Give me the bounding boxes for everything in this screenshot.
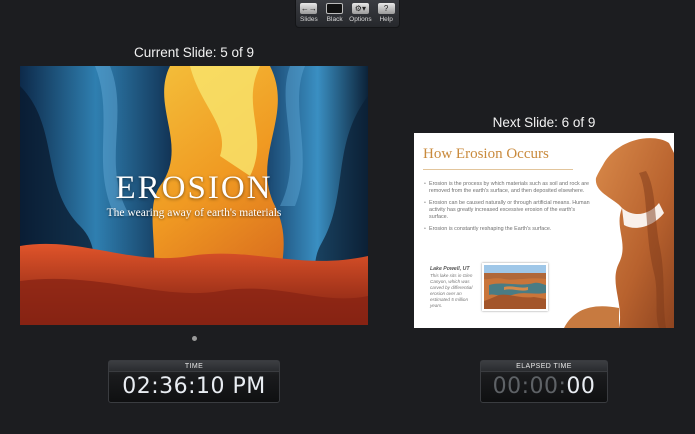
presenter-toolbar: ←→ Slides Black ⚙▾ Options ? Help bbox=[295, 0, 400, 28]
lake-photo-image bbox=[484, 265, 546, 309]
slides-icon: ←→ bbox=[300, 3, 318, 14]
lake-photo bbox=[482, 263, 548, 311]
current-slide-caption: Current Slide: 5 of 9 bbox=[133, 45, 255, 60]
photo-title: Lake Powell, UT bbox=[430, 266, 470, 272]
page-indicator-dot bbox=[192, 336, 197, 341]
elapsed-time-label: ELAPSED TIME bbox=[481, 361, 607, 372]
current-slide-preview[interactable]: EROSION The wearing away of earth's mate… bbox=[20, 66, 368, 325]
elapsed-time-dim: 00:00: bbox=[492, 374, 567, 399]
elapsed-time-value: 00:00:00 bbox=[481, 372, 607, 402]
black-button[interactable]: Black bbox=[323, 3, 347, 23]
options-button[interactable]: ⚙▾ Options bbox=[348, 3, 372, 23]
next-slide-title: How Erosion Occurs bbox=[423, 146, 549, 162]
help-button[interactable]: ? Help bbox=[374, 3, 398, 23]
help-icon: ? bbox=[377, 3, 395, 14]
elapsed-time-seconds: 00 bbox=[566, 374, 596, 399]
bullet-item: Erosion is the process by which material… bbox=[424, 181, 594, 195]
title-divider bbox=[423, 169, 573, 170]
slides-label: Slides bbox=[300, 16, 318, 23]
bullet-item: Erosion can be caused naturally or throu… bbox=[424, 200, 594, 221]
bullet-item: Erosion is constantly reshaping the Eart… bbox=[424, 226, 594, 233]
next-slide-bullets: Erosion is the process by which material… bbox=[424, 181, 594, 238]
options-label: Options bbox=[349, 16, 372, 23]
help-label: Help bbox=[379, 16, 393, 23]
black-screen-icon bbox=[326, 3, 344, 14]
elapsed-time-clock[interactable]: ELAPSED TIME 00:00:00 bbox=[480, 360, 608, 403]
photo-caption: This lake sits in Glen Canyon, which was… bbox=[430, 273, 473, 308]
current-time-clock: TIME 02:36:10 PM bbox=[108, 360, 280, 403]
time-value: 02:36:10 PM bbox=[122, 374, 266, 399]
next-slide-preview[interactable]: How Erosion Occurs Erosion is the proces… bbox=[414, 133, 674, 328]
slides-button[interactable]: ←→ Slides bbox=[297, 3, 321, 23]
gear-icon: ⚙▾ bbox=[351, 3, 369, 14]
black-label: Black bbox=[326, 16, 343, 23]
time-label: TIME bbox=[109, 361, 279, 372]
current-slide-subtitle: The wearing away of earth's materials bbox=[106, 207, 282, 219]
current-slide-title: EROSION bbox=[115, 170, 273, 206]
next-slide-caption: Next Slide: 6 of 9 bbox=[492, 115, 596, 130]
